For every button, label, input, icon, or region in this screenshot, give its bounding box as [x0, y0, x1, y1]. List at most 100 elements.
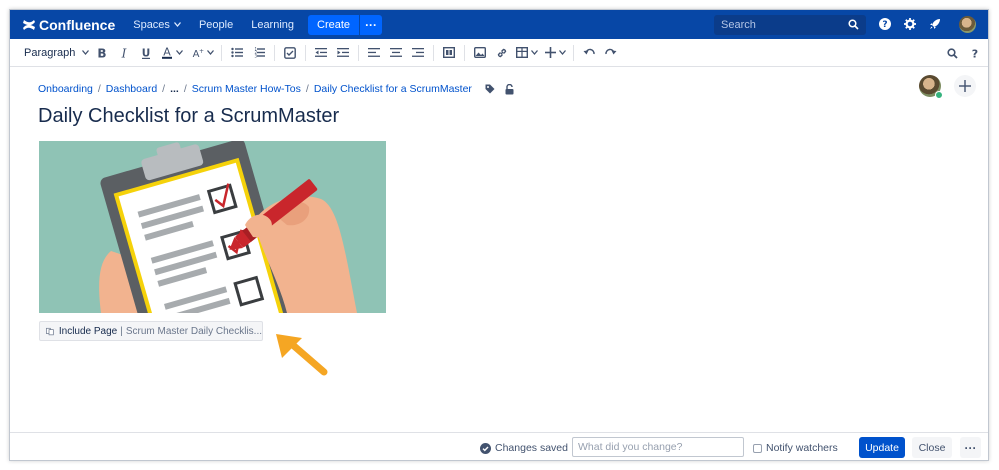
- nav-people-label: People: [198, 18, 234, 31]
- find-button[interactable]: [942, 43, 962, 63]
- toolbar-divider: [221, 44, 222, 61]
- breadcrumb-item[interactable]: Daily Checklist for a ScrumMaster: [314, 83, 472, 95]
- insert-button[interactable]: [542, 43, 568, 63]
- undo-button[interactable]: [579, 43, 599, 63]
- svg-text:?: ?: [972, 48, 978, 60]
- search-icon: [848, 19, 859, 30]
- outdent-button[interactable]: [311, 43, 331, 63]
- label-tag-icon[interactable]: [485, 84, 495, 94]
- rocket-icon[interactable]: [929, 18, 941, 30]
- help-icon[interactable]: ?: [879, 18, 891, 30]
- change-comment-input[interactable]: [572, 437, 744, 457]
- text-format-icon: A +: [192, 48, 203, 59]
- invite-collaborator-button[interactable]: [954, 75, 976, 97]
- link-button[interactable]: [492, 43, 512, 63]
- toolbar-divider: [274, 44, 275, 61]
- more-actions-button[interactable]: ···: [960, 437, 981, 458]
- underline-button[interactable]: U: [136, 43, 156, 63]
- chevron-down-icon: [176, 50, 183, 55]
- editor-window: Confluence Spaces People Learning Create…: [9, 9, 989, 461]
- online-status-indicator: [935, 91, 943, 99]
- indent-icon: [337, 48, 349, 57]
- include-page-icon: [46, 327, 54, 335]
- breadcrumb-item[interactable]: Dashboard: [106, 83, 157, 95]
- bullet-list-icon: [231, 47, 243, 58]
- close-button[interactable]: Close: [912, 437, 952, 458]
- breadcrumb-item[interactable]: Onboarding: [38, 83, 93, 95]
- search-input[interactable]: Search: [714, 15, 866, 35]
- toolbar-divider: [573, 44, 574, 61]
- redo-button[interactable]: [601, 43, 621, 63]
- top-navigation: Confluence Spaces People Learning Create…: [10, 10, 988, 39]
- create-button[interactable]: Create: [308, 14, 360, 35]
- nav-people[interactable]: People: [199, 19, 233, 31]
- page-title[interactable]: Daily Checklist for a ScrumMaster: [38, 105, 339, 128]
- breadcrumb-ellipsis[interactable]: ...: [170, 83, 179, 95]
- breadcrumb-separator: /: [183, 83, 187, 95]
- find-icon: [946, 47, 958, 59]
- breadcrumb-separator: /: [305, 83, 309, 95]
- italic-button[interactable]: I: [114, 43, 134, 63]
- chevron-down-icon: [531, 50, 538, 55]
- include-page-macro[interactable]: Include Page | Scrum Master Daily Checkl…: [39, 321, 263, 341]
- toolbar-divider: [305, 44, 306, 61]
- table-button[interactable]: [514, 43, 540, 63]
- indent-button[interactable]: [333, 43, 353, 63]
- save-status: Changes saved: [480, 442, 568, 454]
- task-list-icon: [284, 46, 296, 59]
- text-format-button[interactable]: A +: [188, 43, 216, 63]
- logo-text: Confluence: [39, 16, 116, 33]
- nav-spaces[interactable]: Spaces: [133, 19, 181, 31]
- update-button[interactable]: Update: [859, 437, 905, 458]
- insert-icon: [544, 47, 556, 58]
- chevron-down-icon: [173, 22, 181, 27]
- layout-icon: [443, 47, 455, 58]
- notify-watchers-checkbox[interactable]: [753, 443, 762, 453]
- svg-text:I: I: [121, 47, 127, 59]
- editor-footer: Changes saved Notify watchers Update Clo…: [10, 432, 988, 460]
- bullet-list-button[interactable]: [227, 43, 247, 63]
- align-right-button[interactable]: [408, 43, 428, 63]
- align-left-icon: [368, 48, 380, 57]
- align-right-icon: [412, 48, 424, 57]
- paragraph-style-dropdown[interactable]: Paragraph: [24, 43, 90, 63]
- svg-text:+: +: [198, 48, 203, 55]
- redo-icon: [605, 48, 617, 54]
- align-center-button[interactable]: [386, 43, 406, 63]
- align-left-button[interactable]: [364, 43, 384, 63]
- undo-icon: [583, 48, 595, 54]
- toolbar-divider: [358, 44, 359, 61]
- save-status-text: Changes saved: [495, 442, 568, 454]
- unlock-icon[interactable]: [505, 83, 514, 95]
- confluence-logo[interactable]: Confluence: [22, 17, 115, 33]
- underline-icon: U: [142, 47, 151, 59]
- macro-name: Include Page: [58, 325, 118, 337]
- task-list-button[interactable]: [280, 43, 300, 63]
- bold-icon: B: [97, 47, 106, 59]
- plus-icon: [959, 80, 971, 92]
- breadcrumb-separator: /: [97, 83, 101, 95]
- table-icon: [516, 47, 528, 58]
- notify-watchers-label: Notify watchers: [766, 442, 838, 454]
- create-more-button[interactable]: ···: [360, 14, 383, 35]
- help-icon: ?: [972, 48, 978, 60]
- bold-button[interactable]: B: [92, 43, 112, 63]
- svg-text:U: U: [142, 47, 151, 59]
- image-button[interactable]: [470, 43, 490, 63]
- editor-help-button[interactable]: ?: [965, 43, 985, 63]
- image-icon: [474, 47, 486, 58]
- user-avatar[interactable]: [959, 16, 976, 33]
- numbered-list-button[interactable]: 123: [249, 43, 269, 63]
- breadcrumb-item[interactable]: Scrum Master How-Tos: [192, 83, 301, 95]
- text-color-button[interactable]: A: [158, 43, 186, 63]
- notify-watchers-toggle[interactable]: Notify watchers: [753, 442, 838, 454]
- layout-button[interactable]: [439, 43, 459, 63]
- chevron-down-icon: [206, 50, 214, 55]
- gear-icon[interactable]: [904, 18, 916, 30]
- checklist-illustration[interactable]: [39, 141, 386, 313]
- macro-param: Scrum Master Daily Checklis...: [125, 325, 262, 337]
- nav-learning[interactable]: Learning: [251, 19, 294, 31]
- link-icon: [497, 48, 507, 57]
- chevron-down-icon: [82, 50, 90, 55]
- toolbar-divider: [433, 44, 434, 61]
